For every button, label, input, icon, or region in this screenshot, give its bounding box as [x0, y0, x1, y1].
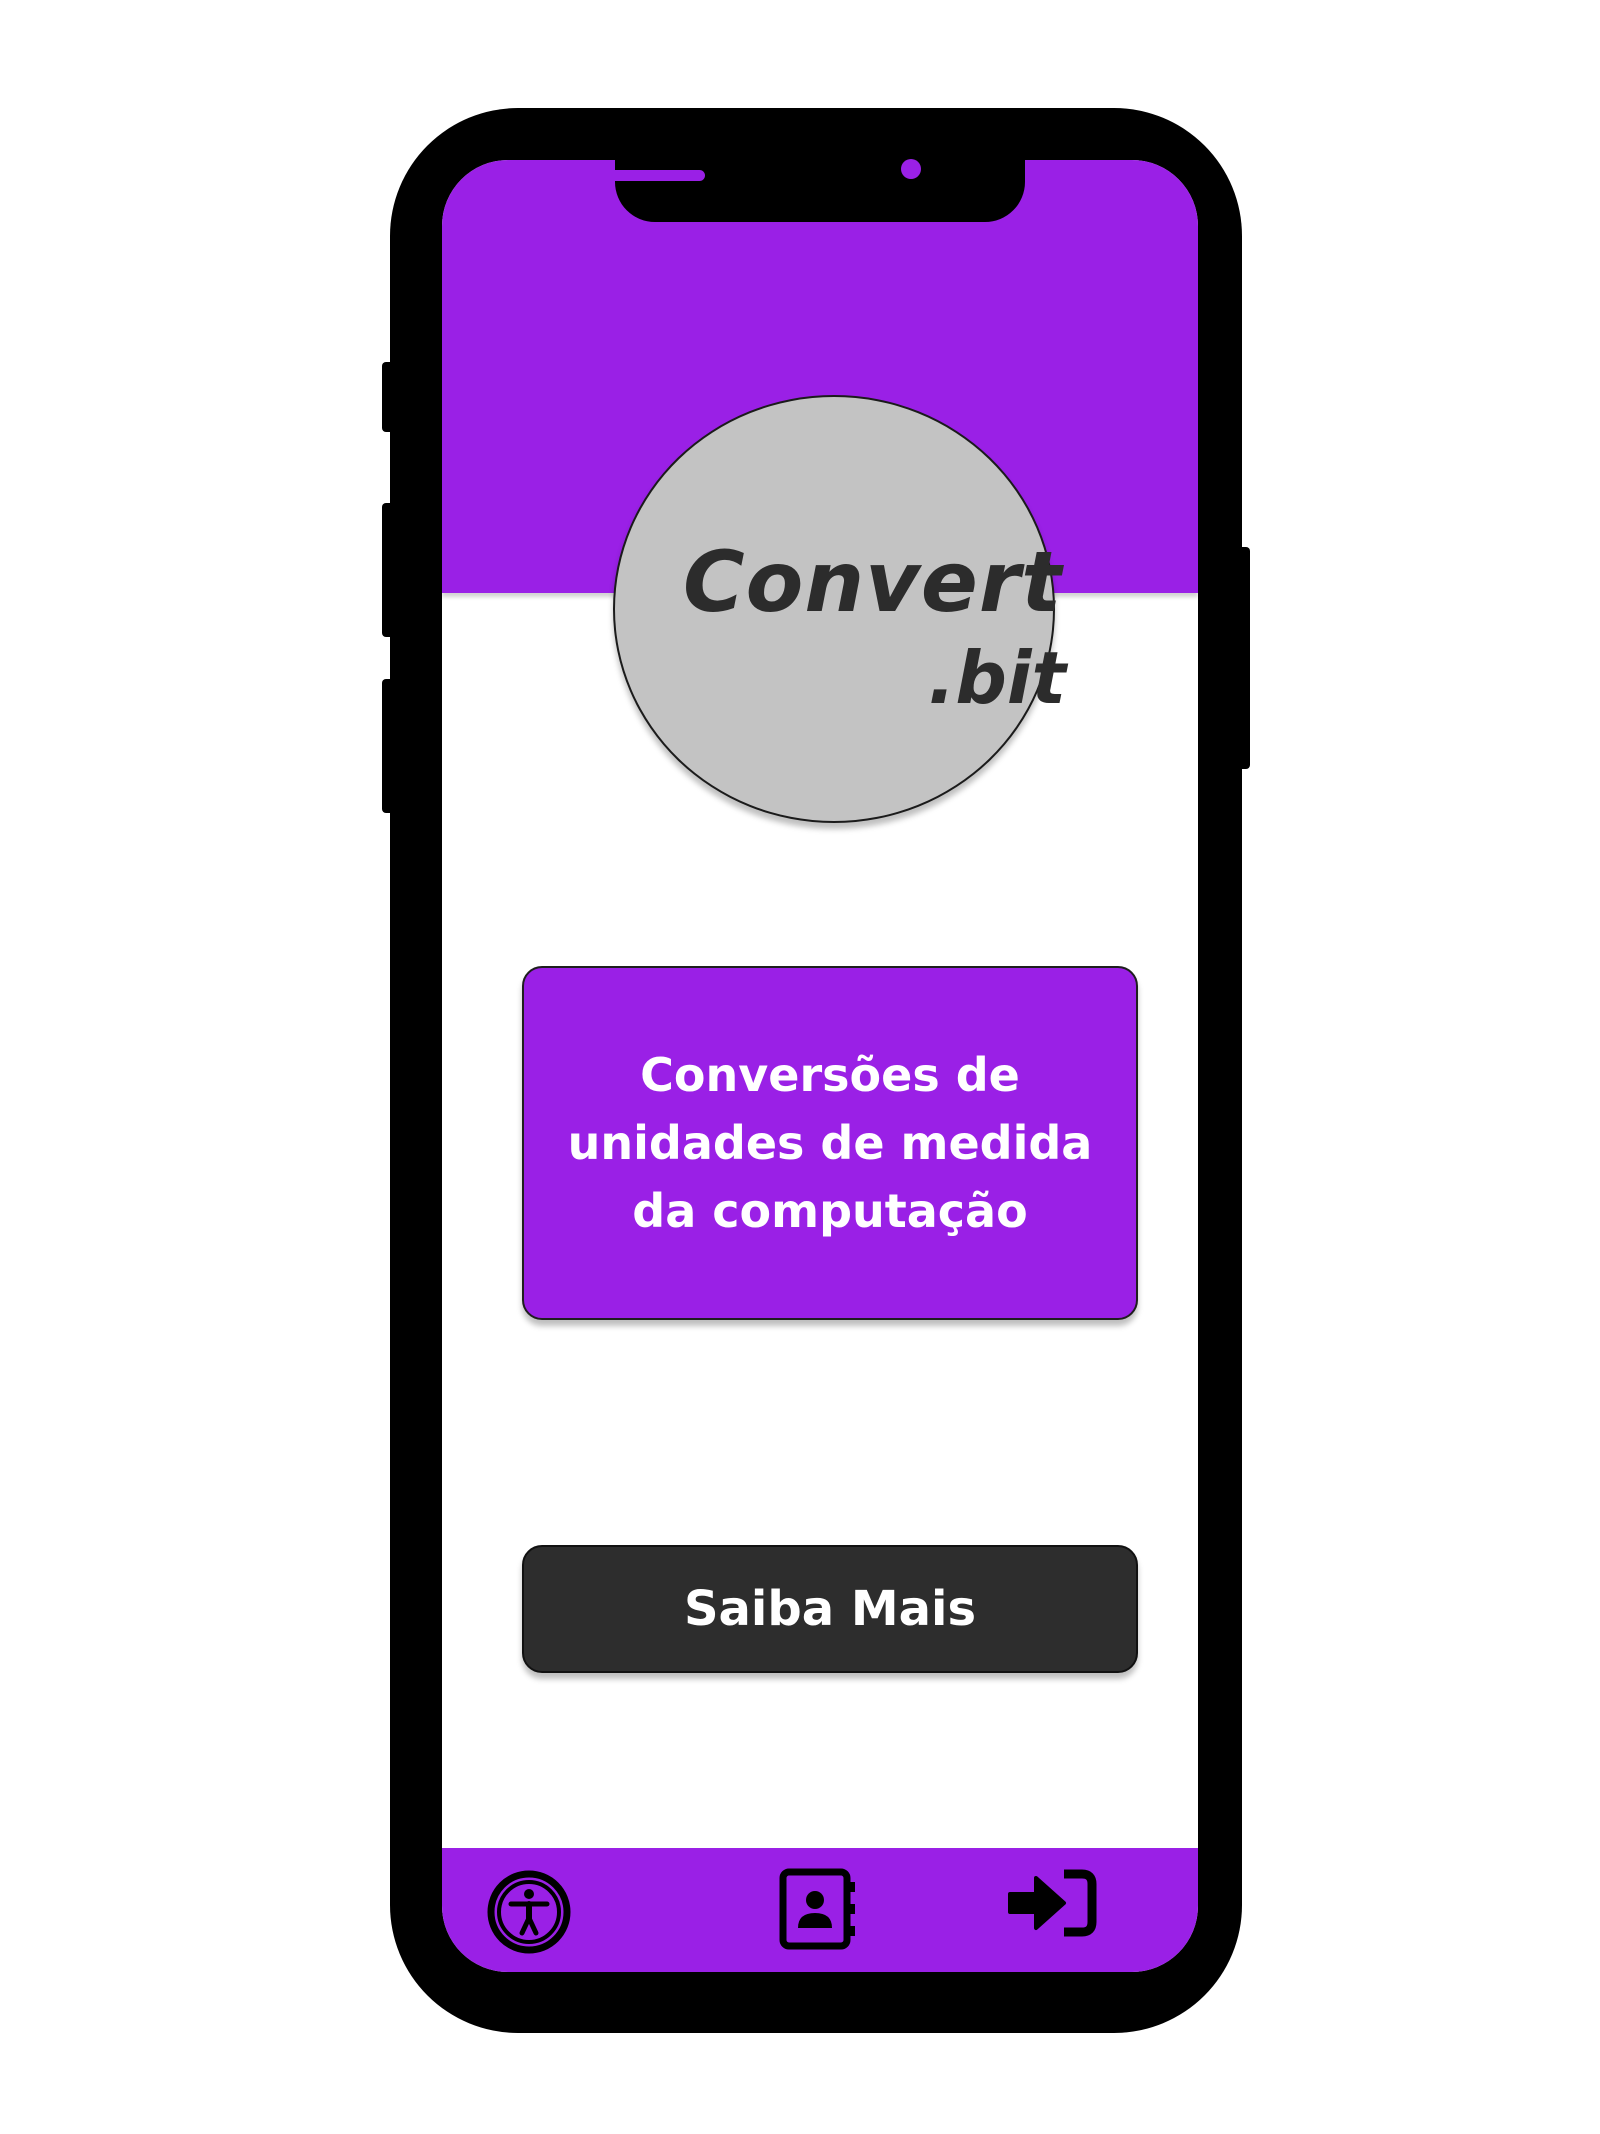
contacts-icon[interactable]	[779, 1868, 859, 1950]
page: Convert .bit Conversões de unidades de m…	[0, 0, 1600, 2134]
accessibility-icon[interactable]	[487, 1870, 571, 1954]
info-card: Conversões de unidades de medida da comp…	[522, 966, 1138, 1320]
bottom-nav-bar	[442, 1848, 1198, 1972]
login-icon[interactable]	[1006, 1868, 1098, 1938]
info-card-text: Conversões de unidades de medida da comp…	[567, 1048, 1093, 1238]
notch-camera	[901, 159, 921, 179]
logo-text-convert: Convert	[683, 533, 1063, 631]
logo-text-bit: .bit	[928, 636, 1066, 720]
saiba-mais-button[interactable]: Saiba Mais	[522, 1545, 1138, 1673]
notch-speaker	[595, 170, 705, 181]
saiba-mais-label: Saiba Mais	[683, 1581, 977, 1637]
